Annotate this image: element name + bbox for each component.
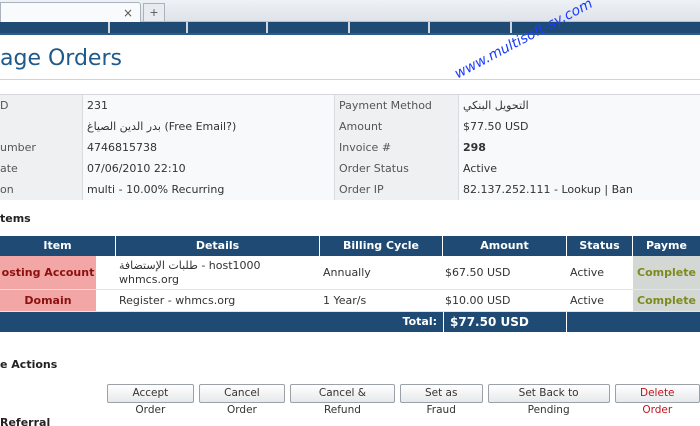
item-details-domain: whmcs.org (119, 272, 180, 286)
info-label (0, 116, 82, 137)
order-items-heading: tems (0, 212, 31, 225)
info-row: D 231 Payment Method التحويل البنكي (0, 95, 700, 116)
link-separator: | (604, 183, 609, 196)
promotion-value: multi - 10.00% Recurring (82, 179, 334, 200)
cancel-refund-button[interactable]: Cancel & Refund (290, 384, 395, 416)
item-type-badge: osting Account (0, 256, 96, 289)
table-row: osting Account طلبات الإستضافة - host100… (0, 256, 700, 290)
info-row: بدر الدين الصياغ (Free Email?) Amount $7… (0, 116, 700, 137)
order-actions-heading: e Actions (0, 358, 58, 371)
total-label: Total: (402, 315, 437, 328)
order-number-value: 4746815738 (82, 137, 334, 158)
browser-tabstrip: × + (0, 0, 700, 22)
accept-order-button[interactable]: Accept Order (107, 384, 194, 416)
delete-order-button[interactable]: Delete Order (614, 384, 700, 416)
col-header-details: Details (116, 236, 320, 256)
table-total-row: Total: $77.50 USD (0, 312, 700, 332)
order-status-value: Active (458, 158, 700, 179)
info-row: on multi - 10.00% Recurring Order IP 82.… (0, 179, 700, 200)
admin-navbar (0, 22, 700, 35)
billing-cycle-value: 1 Year/s (323, 294, 367, 307)
order-ip-cell: 82.137.252.111 - Lookup | Ban (458, 179, 700, 200)
col-header-billing-cycle: Billing Cycle (320, 236, 443, 256)
info-label: Amount (334, 116, 458, 137)
amount-value: $67.50 USD (445, 266, 511, 279)
info-row: umber 4746815738 Invoice # 298 (0, 137, 700, 158)
info-label: Order Status (334, 158, 458, 179)
lookup-link[interactable]: Lookup (561, 183, 600, 196)
referral-heading: Referral (0, 416, 51, 426)
billing-cycle-value: Annually (323, 266, 371, 279)
close-tab-icon[interactable]: × (123, 6, 133, 20)
new-tab-button[interactable]: + (143, 3, 165, 21)
table-header: Item Details Billing Cycle Amount Status… (0, 236, 700, 256)
amount-value: $10.00 USD (445, 294, 511, 307)
col-header-item: Item (0, 236, 116, 256)
order-id-value: 231 (82, 95, 334, 116)
amount-value: $77.50 USD (458, 116, 700, 137)
info-label: umber (0, 137, 82, 158)
page-title: age Orders (0, 46, 122, 71)
order-ip-value: 82.137.252.111 (463, 183, 551, 196)
set-fraud-button[interactable]: Set as Fraud (399, 384, 483, 416)
info-label: Invoice # (334, 137, 458, 158)
order-actions-bar: Accept Order Cancel Order Cancel & Refun… (107, 384, 700, 416)
set-pending-button[interactable]: Set Back to Pending (487, 384, 610, 416)
item-type-badge: Domain (0, 290, 96, 311)
col-header-payment: Payme (646, 239, 687, 252)
client-name-link[interactable]: بدر الدين الصياغ (Free Email?) (82, 116, 334, 137)
browser-tab[interactable]: × (0, 2, 141, 22)
total-value: $77.50 USD (443, 312, 567, 332)
payment-status-badge: Complete (633, 290, 700, 311)
status-value: Active (570, 294, 605, 307)
table-row: Domain Register - whmcs.org 1 Year/s $10… (0, 290, 700, 312)
item-details-link[interactable]: Register - whmcs.org (116, 290, 320, 311)
info-label: D (0, 95, 82, 116)
info-label: on (0, 179, 82, 200)
title-divider (0, 79, 700, 80)
order-items-table: Item Details Billing Cycle Amount Status… (0, 236, 700, 332)
cancel-order-button[interactable]: Cancel Order (198, 384, 286, 416)
status-value: Active (570, 266, 605, 279)
nav-divider (0, 33, 700, 35)
info-row: ate 07/06/2010 22:10 Order Status Active (0, 158, 700, 179)
info-label: Payment Method (334, 95, 458, 116)
order-date-value: 07/06/2010 22:10 (82, 158, 334, 179)
col-header-status: Status (567, 236, 633, 256)
payment-status-badge: Complete (633, 256, 700, 289)
payment-method-value: التحويل البنكي (458, 95, 700, 116)
info-label: Order IP (334, 179, 458, 200)
order-info-grid: D 231 Payment Method التحويل البنكي بدر … (0, 94, 700, 200)
col-header-amount: Amount (443, 236, 567, 256)
item-details-link[interactable]: طلبات الإستضافة - host1000 (119, 259, 261, 273)
ban-link[interactable]: Ban (612, 183, 633, 196)
info-label: ate (0, 158, 82, 179)
invoice-link[interactable]: 298 (458, 137, 700, 158)
